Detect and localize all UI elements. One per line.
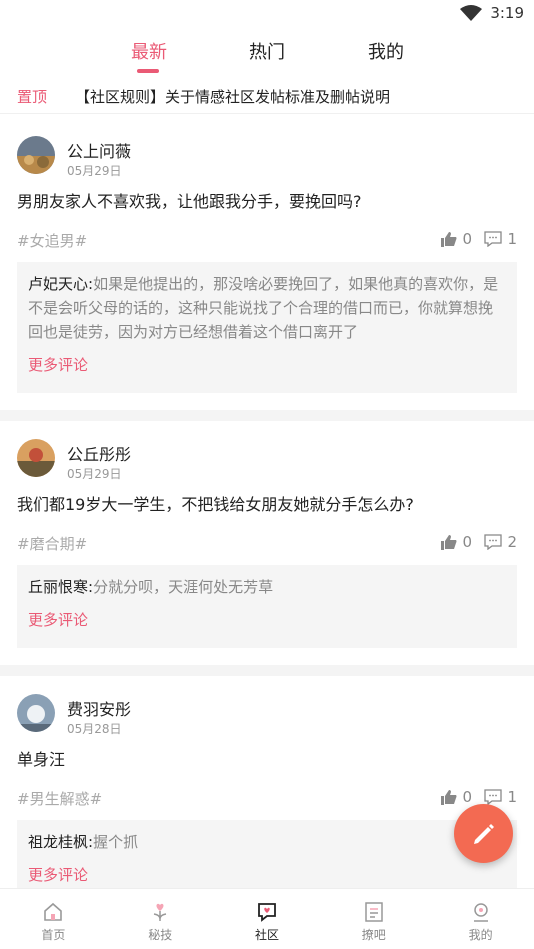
comment-text: 握个抓 xyxy=(93,833,139,851)
tab-mine[interactable]: 我的 xyxy=(368,38,404,64)
comment-user: 祖龙桂枫: xyxy=(28,833,94,851)
post-card[interactable]: 公丘彤彤 05月29日 我们都19岁大一学生，不把钱给女朋友她就分手怎么办? #… xyxy=(0,421,534,665)
tab-hot[interactable]: 热门 xyxy=(249,38,285,64)
comment-text: 如果是他提出的，那没啥必要挽回了，如果他真的喜欢你，是不是会听父母的话的，这种只… xyxy=(28,275,499,341)
post-content[interactable]: 我们都19岁大一学生，不把钱给女朋友她就分手怎么办? xyxy=(0,481,534,517)
comment-icon xyxy=(484,534,503,550)
comment-button[interactable]: 2 xyxy=(484,533,517,551)
post-date: 05月29日 xyxy=(67,164,122,178)
heart-sprout-icon xyxy=(154,903,167,921)
avatar[interactable] xyxy=(17,439,55,477)
post-date: 05月29日 xyxy=(67,467,122,481)
comment-count: 1 xyxy=(507,788,517,806)
pinned-notice[interactable]: 置顶 【社区规则】关于情感社区发帖标准及删帖说明 xyxy=(0,80,534,114)
nav-label: 秘技 xyxy=(148,928,173,942)
nav-community[interactable]: 社区 xyxy=(214,889,321,949)
nav-label: 首页 xyxy=(41,928,66,942)
comment-count: 1 xyxy=(507,230,517,248)
list-icon xyxy=(365,902,383,922)
like-button[interactable]: 0 xyxy=(441,230,472,248)
more-comments-link[interactable]: 更多评论 xyxy=(28,354,506,383)
nav-chat[interactable]: 撩吧 xyxy=(320,889,427,949)
comment-user: 丘丽恨寒: xyxy=(28,578,94,596)
wifi-icon xyxy=(460,5,483,21)
like-button[interactable]: 0 xyxy=(441,533,472,551)
post-content[interactable]: 单身汪 xyxy=(0,736,534,772)
comment-button[interactable]: 1 xyxy=(484,230,517,248)
comment-text: 分就分呗，天涯何处无芳草 xyxy=(93,578,274,596)
like-count: 0 xyxy=(462,533,472,551)
like-button[interactable]: 0 xyxy=(441,788,472,806)
tab-indicator xyxy=(137,69,159,73)
post-content[interactable]: 男朋友家人不喜欢我，让他跟我分手，要挽回吗? xyxy=(0,178,534,214)
topic-tag[interactable]: #女追男# xyxy=(17,230,87,251)
comment-button[interactable]: 1 xyxy=(484,788,517,806)
pinned-tag: 置顶 xyxy=(17,88,48,106)
like-count: 0 xyxy=(462,788,472,806)
tab-latest[interactable]: 最新 xyxy=(131,38,167,64)
thumbs-up-icon xyxy=(441,535,457,550)
like-count: 0 xyxy=(462,230,472,248)
thumbs-up-icon xyxy=(441,790,457,805)
top-tabs: 最新 热门 我的 xyxy=(0,30,534,80)
comment-user: 卢妃天心: xyxy=(28,275,94,293)
topic-tag[interactable]: #磨合期# xyxy=(17,533,87,554)
nav-home[interactable]: 首页 xyxy=(0,889,107,949)
status-bar: 3:19 xyxy=(0,0,534,30)
user-name[interactable]: 费羽安彤 xyxy=(67,696,131,720)
compose-button[interactable] xyxy=(454,804,513,863)
nav-label: 社区 xyxy=(254,928,279,942)
comment-preview[interactable]: 丘丽恨寒:分就分呗，天涯何处无芳草 更多评论 xyxy=(17,565,517,648)
nav-label: 我的 xyxy=(468,928,493,942)
status-time: 3:19 xyxy=(490,4,524,22)
community-heart-icon xyxy=(258,903,276,922)
user-name[interactable]: 公上问薇 xyxy=(67,138,131,162)
comment-preview[interactable]: 卢妃天心:如果是他提出的，那没啥必要挽回了，如果他真的喜欢你，是不是会听父母的话… xyxy=(17,262,517,393)
avatar[interactable] xyxy=(17,694,55,732)
comment-icon xyxy=(484,231,503,247)
pencil-icon xyxy=(473,823,494,844)
nav-profile[interactable]: 我的 xyxy=(427,889,534,949)
more-comments-link[interactable]: 更多评论 xyxy=(28,609,506,638)
nav-tips[interactable]: 秘技 xyxy=(107,889,214,949)
topic-tag[interactable]: #男生解惑# xyxy=(17,788,102,809)
post-card[interactable]: 公上问薇 05月29日 男朋友家人不喜欢我，让他跟我分手，要挽回吗? #女追男#… xyxy=(0,118,534,410)
comment-count: 2 xyxy=(507,533,517,551)
profile-icon xyxy=(473,903,488,922)
home-icon xyxy=(44,902,63,921)
bottom-nav: 首页 秘技 社区 撩吧 我的 xyxy=(0,888,534,949)
user-name[interactable]: 公丘彤彤 xyxy=(67,441,131,465)
thumbs-up-icon xyxy=(441,232,457,247)
avatar[interactable] xyxy=(17,136,55,174)
nav-label: 撩吧 xyxy=(361,928,386,942)
post-card[interactable]: 费羽安彤 05月28日 单身汪 #男生解惑# 0 1 祖龙桂枫:握个抓 更多评论 xyxy=(0,676,534,903)
comment-icon xyxy=(484,789,503,805)
pinned-text: 【社区规则】关于情感社区发帖标准及删帖说明 xyxy=(75,88,391,106)
post-date: 05月28日 xyxy=(67,722,122,736)
